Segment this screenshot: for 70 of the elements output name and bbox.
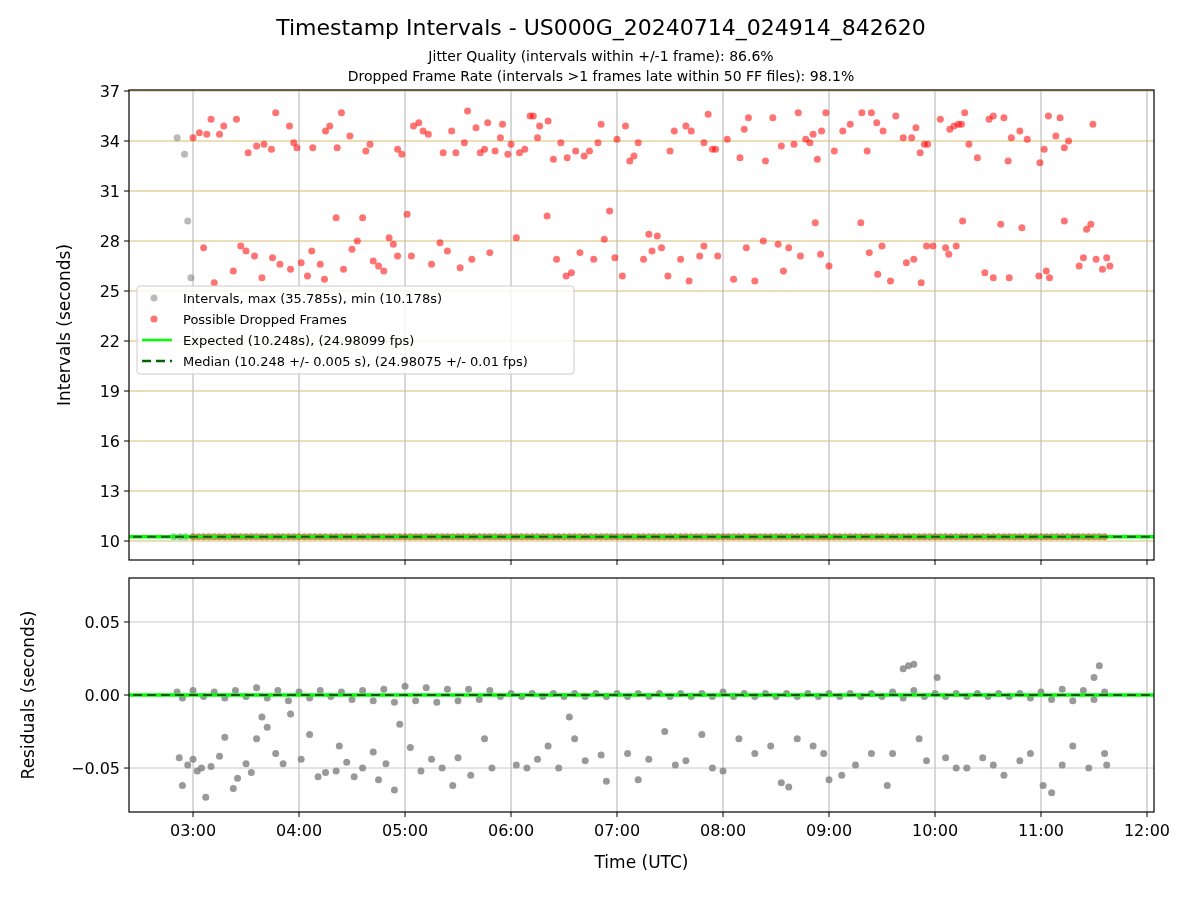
x-tick-mark	[298, 559, 300, 566]
x-tick-label: 04:00	[275, 821, 323, 840]
x-tick-mark	[510, 559, 512, 566]
y-tick-label: 19	[99, 382, 120, 401]
x-tick-mark	[934, 811, 936, 818]
y-tick-label: 0.05	[84, 612, 120, 632]
x-tick-label: 07:00	[593, 821, 641, 840]
y-tick-label: 0.00	[84, 686, 120, 705]
y-tick-label: 22	[99, 332, 120, 351]
y-tick-label: 34	[99, 132, 120, 151]
y-axis-label: Residuals (seconds)	[18, 610, 38, 780]
x-tick-mark	[722, 811, 724, 818]
y-tick-label: 37	[99, 82, 120, 101]
legend-marker-icon	[150, 315, 158, 323]
x-tick-label: 03:00	[169, 821, 217, 840]
y-tick-mark	[123, 390, 130, 392]
legend-line-icon	[142, 338, 172, 342]
y-tick-mark	[123, 240, 130, 242]
y-tick-label: 28	[99, 232, 120, 251]
chart-title: Timestamp Intervals - US000G_20240714_024914_842620	[276, 14, 926, 42]
legend-label: Possible Dropped Frames	[183, 312, 347, 327]
x-tick-mark	[1040, 559, 1042, 566]
x-tick-label: 09:00	[805, 821, 853, 840]
y-tick-mark	[123, 290, 130, 292]
x-tick-mark	[192, 559, 194, 566]
y-tick-mark	[123, 90, 130, 92]
y-tick-label: 16	[99, 432, 120, 451]
y-tick-mark	[123, 190, 130, 192]
legend-marker-icon	[150, 294, 158, 302]
x-tick-label: 11:00	[1017, 821, 1065, 840]
y-tick-mark	[123, 621, 130, 623]
y-tick-mark	[123, 140, 130, 142]
x-tick-mark	[934, 559, 936, 566]
y-tick-label: −0.05	[70, 759, 120, 779]
x-tick-mark	[1146, 559, 1148, 566]
legend-label: Expected (10.248s), (24.98099 fps)	[183, 333, 415, 348]
y-tick-label: 31	[99, 182, 120, 201]
x-tick-mark	[510, 811, 512, 818]
y-tick-mark	[123, 694, 130, 696]
x-tick-mark	[828, 559, 830, 566]
x-axis-label: Time (UTC)	[594, 852, 689, 872]
x-tick-label: 05:00	[381, 821, 429, 840]
y-tick-label: 13	[99, 482, 120, 501]
y-tick-mark	[123, 440, 130, 442]
x-tick-mark	[616, 811, 618, 818]
chart-subtitle: Dropped Frame Rate (intervals >1 frames late within 50 FF files): 98.1%	[347, 67, 855, 86]
x-tick-label: 08:00	[699, 821, 747, 840]
y-tick-label: 10	[99, 532, 120, 551]
y-tick-mark	[123, 540, 130, 542]
x-tick-mark	[404, 811, 406, 818]
y-tick-mark	[123, 340, 130, 342]
x-tick-mark	[1146, 811, 1148, 818]
x-tick-mark	[1040, 811, 1042, 818]
chart-subtitle: Jitter Quality (intervals within +/-1 frame): 86.6%	[428, 47, 774, 66]
x-tick-mark	[828, 811, 830, 818]
y-axis-label: Intervals (seconds)	[54, 243, 74, 407]
x-tick-label: 10:00	[911, 821, 959, 840]
x-tick-mark	[616, 559, 618, 566]
y-tick-mark	[123, 767, 130, 769]
x-tick-label: 12:00	[1123, 821, 1171, 840]
x-tick-mark	[192, 811, 194, 818]
legend-label: Median (10.248 +/- 0.005 s), (24.98075 +/- 0.01 fps)	[183, 354, 528, 369]
x-tick-label: 06:00	[487, 821, 535, 840]
x-tick-mark	[298, 811, 300, 818]
legend-label: Intervals, max (35.785s), min (10.178s)	[183, 291, 442, 306]
y-tick-mark	[123, 490, 130, 492]
x-tick-mark	[722, 559, 724, 566]
x-tick-mark	[404, 559, 406, 566]
legend-line-icon	[142, 359, 172, 363]
y-tick-label: 25	[99, 282, 120, 301]
